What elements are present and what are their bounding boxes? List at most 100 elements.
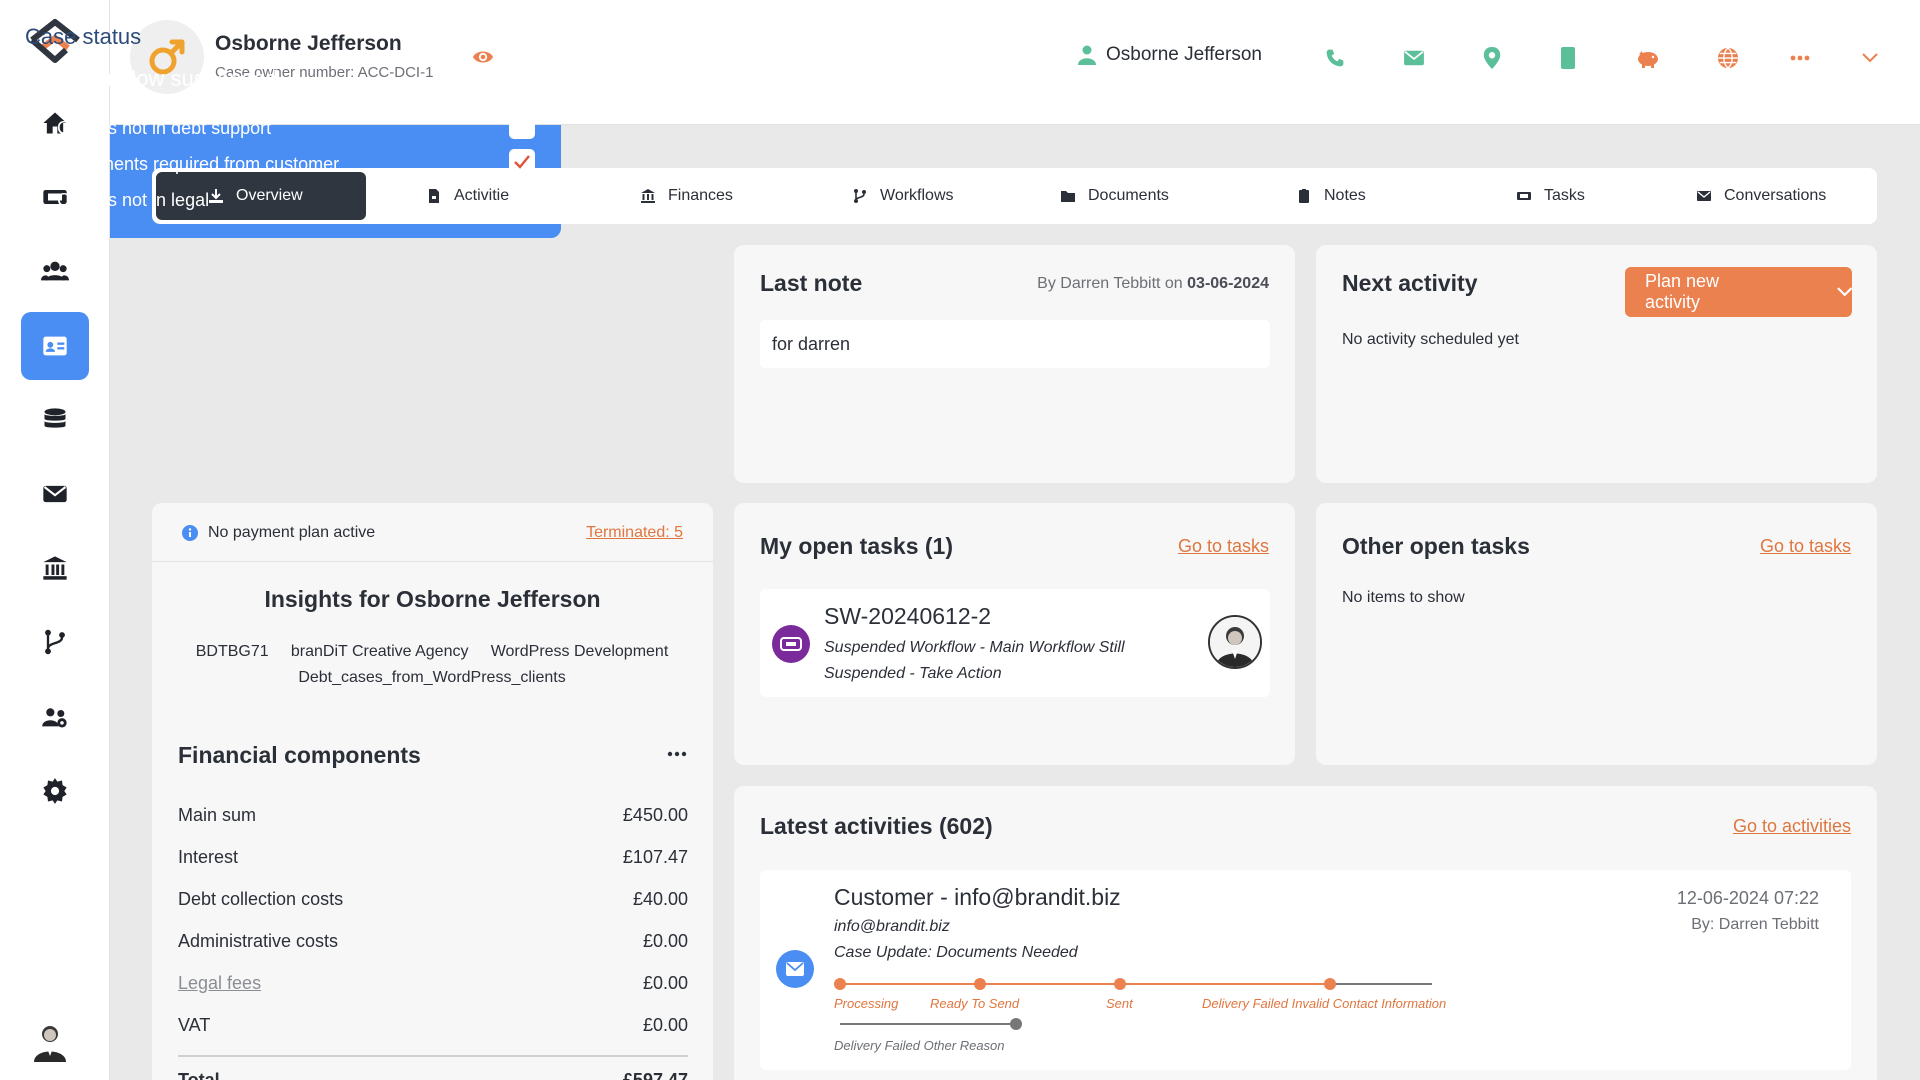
mail-icon: [43, 485, 67, 503]
plan-new-activity-button[interactable]: Plan new activity: [1625, 267, 1852, 317]
id-card-icon: [43, 336, 67, 356]
financial-value: £0.00: [642, 1015, 688, 1035]
email-button[interactable]: [1402, 46, 1426, 70]
insight-tag: Debt_cases_from_WordPress_clients: [298, 669, 566, 686]
documents-checkbox[interactable]: [509, 149, 535, 175]
sidebar-cases[interactable]: [21, 312, 89, 380]
financial-value: £40.00: [632, 889, 688, 909]
tab-conversations[interactable]: Conversations: [1682, 172, 1840, 220]
asterisk-icon: [26, 120, 42, 137]
my-open-tasks-card: My open tasks (1) Go to tasks SW-2024061…: [734, 503, 1295, 765]
divider: [152, 561, 713, 562]
sidebar-mail[interactable]: [21, 460, 89, 528]
go-to-tasks-link[interactable]: Go to tasks: [1760, 536, 1851, 557]
ellipsis-icon: [1790, 55, 1810, 61]
tab-label: Workflows: [880, 187, 954, 204]
phone-button[interactable]: [1323, 46, 1347, 70]
legal-fees-link[interactable]: Legal fees: [178, 973, 261, 994]
tab-label: Notes: [1324, 187, 1366, 204]
financial-total-label: Total: [178, 1070, 220, 1080]
financial-value: £107.47: [622, 847, 688, 867]
other-tasks-empty: No items to show: [1342, 589, 1465, 606]
last-note-author: By Darren Tebbitt on: [1037, 275, 1183, 292]
timeline-step-label: Sent: [1106, 996, 1133, 1011]
status-row-label: Documents required from customer: [57, 154, 340, 174]
go-to-tasks-link[interactable]: Go to tasks: [1178, 536, 1269, 557]
mobile-button[interactable]: [1556, 46, 1580, 70]
task-assignee-avatar[interactable]: [1208, 615, 1262, 669]
eye-icon[interactable]: [472, 46, 494, 68]
tab-label: Documents: [1088, 187, 1169, 204]
globe-icon: [1717, 47, 1739, 69]
case-status-main: Main workflow suspended: [25, 66, 279, 91]
next-activity-title: Next activity: [1342, 270, 1478, 296]
file-icon: [429, 189, 439, 203]
ellipsis-icon[interactable]: [1874, 26, 1896, 34]
financial-row: Main sum £450.00: [178, 805, 688, 826]
location-pin-icon: [1483, 47, 1501, 69]
header-user[interactable]: Osborne Jefferson: [1078, 44, 1262, 66]
financial-row: Debt collection costs £40.00: [178, 889, 688, 910]
sidebar-workflows[interactable]: [21, 608, 89, 676]
last-note-date: 03-06-2024: [1187, 275, 1269, 292]
tab-workflows[interactable]: Workflows: [838, 172, 968, 220]
financial-value: £0.00: [642, 973, 688, 993]
tab-tasks[interactable]: Tasks: [1502, 172, 1599, 220]
piggy-bank-icon: [1638, 51, 1658, 68]
ellipsis-icon[interactable]: [667, 751, 687, 757]
plan-new-activity-label: Plan new activity: [1645, 271, 1720, 312]
delivery-timeline: [834, 978, 1432, 1030]
checkmark-icon: [514, 155, 530, 169]
last-note-title: Last note: [760, 270, 863, 296]
timeline-step-dot: [1324, 978, 1336, 990]
financial-total-row: Total £597.47: [178, 1070, 688, 1080]
tab-notes[interactable]: Notes: [1282, 172, 1380, 220]
status-row-legal: Case is not in legal: [25, 190, 209, 211]
debt-support-checkbox[interactable]: [509, 113, 535, 139]
sidebar-database[interactable]: [21, 386, 89, 454]
sidebar-teams[interactable]: [21, 683, 89, 751]
financial-title: Financial components: [178, 742, 421, 768]
other-open-tasks-title: Other open tasks: [1342, 533, 1530, 559]
timeline-step-label: Processing: [834, 996, 899, 1011]
activity-title: Customer - info@brandit.biz: [834, 884, 1121, 910]
go-to-activities-link[interactable]: Go to activities: [1733, 816, 1851, 837]
last-note-text[interactable]: for darren: [760, 320, 1270, 368]
financial-value: £450.00: [622, 805, 688, 825]
bank-icon: [43, 556, 67, 580]
team-icon: [42, 708, 67, 728]
piggy-bank-button[interactable]: [1636, 46, 1660, 70]
sidebar-settings[interactable]: [21, 757, 89, 825]
latest-activities-title: Latest activities (602): [760, 813, 993, 839]
timeline-alt-step-label: Delivery Failed Other Reason: [834, 1038, 1005, 1053]
terminated-link[interactable]: Terminated: 5: [586, 524, 683, 542]
expand-header-button[interactable]: [1858, 46, 1882, 70]
location-button[interactable]: [1480, 46, 1504, 70]
last-note-meta: By Darren Tebbitt on 03-06-2024: [1037, 275, 1269, 293]
branch-icon: [854, 189, 866, 203]
globe-button[interactable]: [1716, 46, 1740, 70]
more-button[interactable]: [1788, 46, 1812, 70]
activity-subject: Case Update: Documents Needed: [834, 944, 1078, 961]
person-photo-icon: [1210, 617, 1260, 667]
activity-item[interactable]: Customer - info@brandit.biz info@brandit…: [760, 870, 1851, 1070]
envelope-icon: [1404, 50, 1424, 66]
sidebar-contacts[interactable]: [21, 237, 89, 305]
database-icon: [44, 408, 66, 428]
customer-name: Osborne Jefferson: [215, 32, 402, 55]
timeline-step-label: Delivery Failed Invalid Contact Informat…: [1202, 996, 1447, 1011]
user-avatar[interactable]: [32, 1022, 68, 1062]
financial-total-value: £597.47: [622, 1070, 688, 1080]
tab-documents[interactable]: Documents: [1046, 172, 1183, 220]
gavel-icon: [25, 191, 42, 210]
tab-finances[interactable]: Finances: [626, 172, 747, 220]
activity-email: info@brandit.biz: [834, 918, 950, 935]
financial-label: Main sum: [178, 805, 257, 825]
task-item[interactable]: SW-20240612-2 Suspended Workflow - Main …: [760, 589, 1270, 697]
divider: [178, 1055, 688, 1057]
ticket-icon: [780, 637, 802, 651]
sidebar-bank[interactable]: [21, 534, 89, 602]
legal-checkbox[interactable]: [509, 185, 535, 211]
financial-row: Interest £107.47: [178, 847, 688, 868]
financial-row: Administrative costs £0.00: [178, 931, 688, 952]
